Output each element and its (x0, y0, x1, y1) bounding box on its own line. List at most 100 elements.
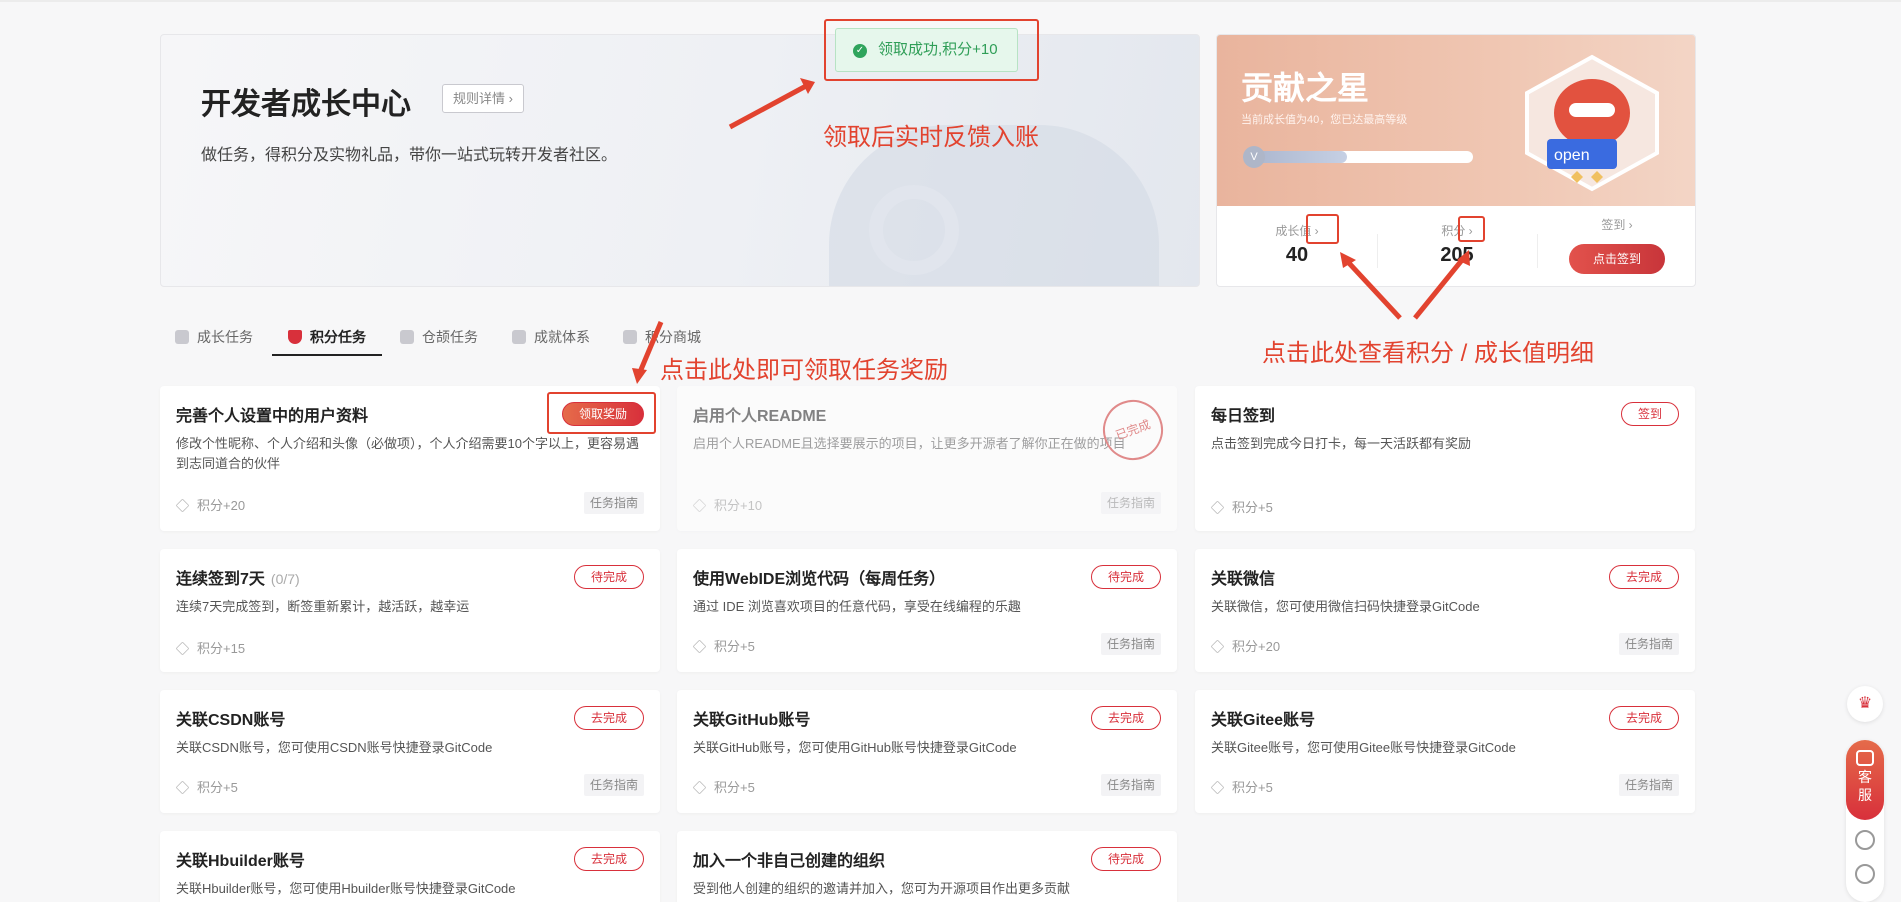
go-complete-button[interactable]: 去完成 (1608, 565, 1679, 589)
points-value: 205 (1440, 244, 1474, 266)
scroll-top-icon[interactable] (1855, 830, 1875, 850)
go-complete-button[interactable]: 去完成 (573, 847, 644, 871)
pending-button[interactable]: 待完成 (573, 565, 644, 589)
task-points: 积分+5 (1210, 497, 1273, 516)
task-description: 启用个人README且选择要展示的项目，让更多开源者了解你正在做的项目 (693, 436, 1126, 451)
growth-progress-bar (1243, 151, 1473, 163)
chevron-right-icon: › (1625, 218, 1633, 232)
task-title: 加入一个非自己创建的组织 (693, 853, 886, 870)
level-badge: V (1243, 146, 1265, 168)
pending-button[interactable]: 待完成 (1090, 565, 1161, 589)
diamond-icon (175, 641, 190, 656)
task-description: 关联Gitee账号，您可使用Gitee账号快捷登录GitCode (1211, 740, 1516, 755)
top-divider (0, 0, 1901, 2)
task-points: 积分+5 (692, 636, 755, 655)
points-text: 积分+20 (1232, 639, 1281, 654)
shop-icon (623, 330, 637, 344)
points-text: 积分+5 (197, 780, 238, 795)
rule-details-label: 规则详情 (453, 91, 506, 106)
task-description: 关联Hbuilder账号，您可使用Hbuilder账号快捷登录GitCode (176, 881, 516, 896)
annotation-toast-note: 领取后实时反馈入账 (823, 124, 1039, 151)
service-label-1: 客 (1858, 769, 1872, 785)
task-guide-link[interactable]: 任务指南 (1100, 633, 1161, 655)
points-highlight-box (1458, 216, 1485, 242)
tab-label: 成长任务 (197, 329, 253, 345)
tab-points-tasks[interactable]: 积分任务 (272, 322, 382, 356)
tab-cangjie-tasks[interactable]: 仓颉任务 (400, 322, 478, 356)
growth-value-stat[interactable]: 成长值 › 40 (1217, 206, 1377, 286)
task-title: 启用个人README (693, 408, 827, 425)
hero-banner: 开发者成长中心 规则详情 › 做任务，得积分及实物礼品，带你一站式玩转开发者社区… (160, 34, 1200, 287)
task-card: 使用WebIDE浏览代码（每周任务） 待完成 通过 IDE 浏览喜欢项目的任意代… (677, 549, 1177, 672)
task-title: 关联微信 (1211, 571, 1276, 588)
task-title-text: 连续签到7天 (176, 571, 265, 588)
task-description: 点击签到完成今日打卡，每一天活跃都有奖励 (1211, 436, 1472, 451)
task-guide-link[interactable]: 任务指南 (583, 774, 644, 796)
level-title: 贡献之星 (1241, 70, 1370, 106)
task-points: 积分+20 (175, 495, 246, 514)
task-card: 加入一个非自己创建的组织 待完成 受到他人创建的组织的邀请并加入，您可为开源项目… (677, 831, 1177, 902)
task-guide-link[interactable]: 任务指南 (1618, 633, 1679, 655)
task-description: 受到他人创建的组织的邀请并加入，您可为开源项目作出更多贡献 (693, 881, 1071, 896)
task-guide-link[interactable]: 任务指南 (1618, 774, 1679, 796)
annotation-reward-note: 点击此处即可领取任务奖励 (660, 357, 948, 384)
task-title: 关联Hbuilder账号 (176, 853, 305, 870)
go-complete-button[interactable]: 去完成 (573, 706, 644, 730)
task-points: 积分+20 (1210, 636, 1281, 655)
points-text: 积分+20 (197, 498, 246, 513)
task-card: 连续签到7天 (0/7) 待完成 连续7天完成签到，断签重新累计，越活跃，越幸运 … (160, 549, 660, 672)
task-guide-link[interactable]: 任务指南 (1100, 492, 1161, 514)
task-title: 完善个人设置中的用户资料 (176, 408, 369, 425)
chevron-right-icon: › (508, 91, 513, 106)
go-complete-button[interactable]: 去完成 (1090, 706, 1161, 730)
annotation-detail-note: 点击此处查看积分 / 成长值明细 (1262, 340, 1595, 367)
hero-subtitle: 做任务，得积分及实物礼品，带你一站式玩转开发者社区。 (201, 147, 618, 164)
points-text: 积分+5 (714, 639, 755, 654)
rule-details-button[interactable]: 规则详情 › (442, 84, 524, 113)
sign-in-task-button[interactable]: 签到 (1620, 402, 1679, 426)
medal-icon (512, 330, 526, 344)
growth-highlight-box (1306, 214, 1339, 244)
diamond-icon (692, 639, 707, 654)
go-complete-button[interactable]: 去完成 (1608, 706, 1679, 730)
diamond-icon (692, 498, 707, 513)
points-text: 积分+10 (714, 498, 763, 513)
diamond-icon (692, 780, 707, 795)
task-points: 积分+10 (692, 495, 763, 514)
tab-label: 积分任务 (310, 329, 366, 345)
tab-label: 仓颉任务 (422, 329, 478, 345)
diamond-icon (1210, 780, 1225, 795)
toast-highlight-box (824, 19, 1039, 81)
diamond-icon (1210, 639, 1225, 654)
tab-growth-tasks[interactable]: 成长任务 (175, 322, 253, 356)
customer-service-button[interactable]: 客 服 (1846, 740, 1884, 820)
tab-achievements[interactable]: 成就体系 (512, 322, 590, 356)
trophy-icon (175, 330, 189, 344)
mascot-illustration: open (1525, 54, 1659, 192)
task-card: 每日签到 签到 点击签到完成今日打卡，每一天活跃都有奖励 积分+5 (1195, 386, 1695, 531)
sign-in-button[interactable]: 点击签到 (1569, 244, 1665, 274)
diamond-icon (175, 498, 190, 513)
level-description: 当前成长值为40，您已达最高等级 (1241, 114, 1408, 126)
task-guide-link[interactable]: 任务指南 (583, 492, 644, 514)
growth-value: 40 (1285, 244, 1309, 266)
points-stat[interactable]: 积分 › 205 (1377, 206, 1537, 286)
svg-text:open: open (1554, 147, 1590, 164)
logo-watermark (869, 185, 959, 275)
diamond-icon (175, 780, 190, 795)
task-card: 启用个人README 启用个人README且选择要展示的项目，让更多开源者了解你… (677, 386, 1177, 531)
tab-label: 成就体系 (534, 329, 590, 345)
trophy-float-button[interactable]: ♛ (1847, 686, 1883, 722)
page-title: 开发者成长中心 (201, 88, 411, 121)
task-title: 使用WebIDE浏览代码（每周任务） (693, 571, 946, 588)
task-points: 积分+5 (692, 777, 755, 796)
task-guide-link[interactable]: 任务指南 (1100, 774, 1161, 796)
task-title: 关联GitHub账号 (693, 712, 811, 729)
task-progress-count: (0/7) (270, 571, 300, 587)
task-title: 关联CSDN账号 (176, 712, 286, 729)
feedback-smile-icon[interactable] (1855, 864, 1875, 884)
task-card: 关联CSDN账号 去完成 关联CSDN账号，您可使用CSDN账号快捷登录GitC… (160, 690, 660, 813)
pending-button[interactable]: 待完成 (1090, 847, 1161, 871)
reward-highlight-box (547, 392, 656, 434)
task-card: 关联Hbuilder账号 去完成 关联Hbuilder账号，您可使用Hbuild… (160, 831, 660, 902)
